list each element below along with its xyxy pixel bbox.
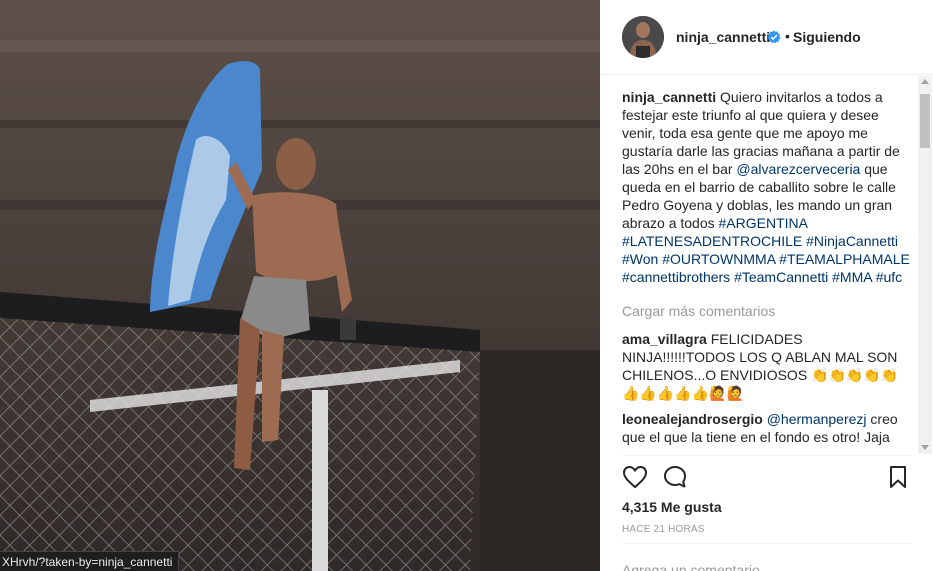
comments-list[interactable]: ninja_cannetti Quiero invitarlos a todos… [622, 88, 912, 453]
header-username[interactable]: ninja_cannetti [676, 29, 770, 45]
browser-status-url: XHrvh/?taken-by=ninja_cannetti [0, 551, 180, 571]
list-item: leonealejandrosergio @hermanperezj creo … [622, 410, 912, 446]
divider [622, 455, 911, 456]
hashtag[interactable]: #Won [622, 251, 658, 267]
scroll-down-arrow-icon[interactable] [921, 445, 929, 450]
hashtag[interactable]: #MMA [832, 269, 872, 285]
hashtag[interactable]: #ARGENTINA [719, 215, 808, 231]
caption: ninja_cannetti Quiero invitarlos a todos… [622, 88, 912, 286]
likes-count[interactable]: 4,315 Me gusta [622, 499, 722, 515]
bookmark-icon[interactable] [888, 465, 908, 489]
scroll-up-arrow-icon[interactable] [921, 79, 929, 84]
avatar[interactable] [622, 16, 664, 58]
divider [622, 543, 911, 544]
hashtag[interactable]: #NinjaCannetti [806, 233, 898, 249]
comment-username[interactable]: leonealejandrosergio [622, 411, 763, 427]
post-details-panel: ninja_cannetti • Siguiendo ninja_cannett… [600, 0, 933, 571]
comment-bubble-icon[interactable] [663, 465, 687, 489]
header-separator: • [785, 28, 790, 44]
caption-mention[interactable]: @alvarezcerveceria [736, 161, 860, 177]
add-comment-input[interactable] [622, 560, 902, 571]
hashtag[interactable]: #TeamCannetti [734, 269, 828, 285]
comment-mention[interactable]: @hermanperezj [767, 411, 867, 427]
hashtag[interactable]: #ufc [876, 269, 902, 285]
list-item: ama_villagra FELICIDADES NINJA!!!!!!TODO… [622, 330, 912, 402]
heart-icon[interactable] [622, 465, 648, 489]
comments-scrollbar[interactable] [918, 76, 932, 454]
verified-badge-icon [767, 30, 781, 44]
caption-username[interactable]: ninja_cannetti [622, 89, 716, 105]
hashtag[interactable]: #TEAMALPHAMALE [779, 251, 910, 267]
post-header: ninja_cannetti • Siguiendo [600, 0, 933, 75]
post-photo[interactable]: XHrvh/?taken-by=ninja_cannetti [0, 0, 600, 571]
scroll-thumb[interactable] [920, 94, 930, 148]
following-button[interactable]: Siguiendo [793, 29, 861, 45]
photo-scene [0, 0, 600, 571]
hashtag[interactable]: #OURTOWNMMA [662, 251, 775, 267]
comment-username[interactable]: ama_villagra [622, 331, 707, 347]
hashtag[interactable]: #LATENESADENTROCHILE [622, 233, 802, 249]
load-more-comments-button[interactable]: Cargar más comentarios [622, 302, 912, 320]
post-timestamp[interactable]: HACE 21 HORAS [622, 524, 705, 535]
hashtag[interactable]: #cannettibrothers [622, 269, 730, 285]
